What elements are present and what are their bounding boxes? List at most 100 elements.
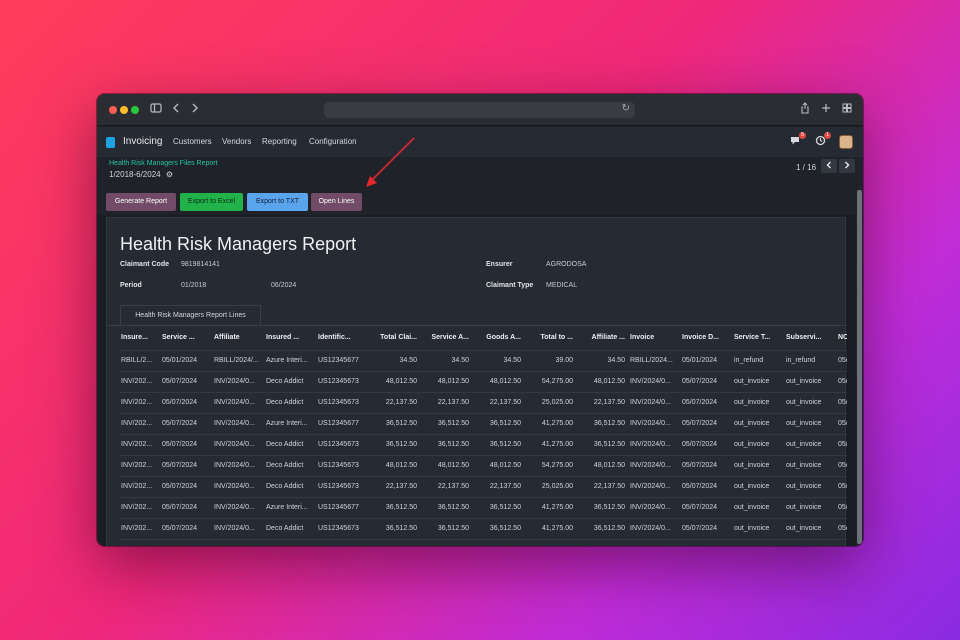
tab-report-lines[interactable]: Health Risk Managers Report Lines	[120, 305, 261, 325]
table-cell: INV/202...	[120, 476, 161, 498]
pager-value[interactable]: 1 / 16	[796, 163, 816, 172]
table-row[interactable]: INV/202... 05/07/2024 INV/2024/0... Deco Ad…	[120, 455, 847, 477]
column-header[interactable]: Invoice	[629, 326, 681, 351]
claimant-type-value[interactable]: MEDICAL	[546, 282, 577, 289]
column-header[interactable]: Insure...	[120, 326, 161, 351]
open-lines-button[interactable]: Open Lines	[311, 193, 362, 211]
app-logo-icon[interactable]	[106, 137, 115, 148]
table-cell: 34.50	[421, 350, 473, 372]
close-window-button[interactable]	[109, 106, 117, 114]
period-from-value[interactable]: 01/2018	[181, 282, 206, 289]
table-cell: 36,512.50	[369, 497, 421, 519]
table-cell: INV/202...	[120, 413, 161, 435]
export-txt-button[interactable]: Export to TXT	[247, 193, 308, 211]
table-cell: 22,137.50	[421, 392, 473, 414]
column-header[interactable]: Affiliate	[213, 326, 265, 351]
table-cell: Deco Addict	[265, 455, 317, 477]
table-cell: 22,137.50	[369, 392, 421, 414]
column-header[interactable]: NCF	[837, 326, 847, 351]
column-header[interactable]: Service ...	[161, 326, 213, 351]
record-title: 1/2018-6/2024 ⚙	[109, 170, 173, 179]
table-cell: out_invoice	[733, 392, 785, 414]
new-tab-icon[interactable]	[821, 102, 831, 118]
pager-previous-button[interactable]	[821, 159, 837, 173]
table-row[interactable]: INV/202... 05/07/2024 INV/2024/0... Deco Ad…	[120, 434, 847, 456]
table-row[interactable]: INV/202... 05/07/2024 INV/2024/0... Deco Ad…	[120, 371, 847, 393]
column-header[interactable]: Total Clai...	[369, 326, 421, 351]
table-cell: INV/2024/0...	[629, 476, 681, 498]
table-cell: US12345677	[317, 350, 369, 372]
table-row[interactable]: INV/202... 05/07/2024 INV/2024/0... Azure I…	[120, 497, 847, 519]
table-cell: 05/07/2024	[681, 497, 733, 519]
table-cell: 05/07/2024	[161, 497, 213, 519]
table-cell: 36,512.50	[421, 518, 473, 540]
form-sheet-area: Health Risk Managers Report Claimant Cod…	[97, 215, 863, 546]
table-cell: 05/07/2024	[161, 392, 213, 414]
table-cell: 22,137.50	[369, 476, 421, 498]
table-row[interactable]: INV/202... 05/07/2024 INV/2024/0... Deco Ad…	[120, 476, 847, 498]
breadcrumb[interactable]: Health Risk Managers Files Report	[109, 160, 218, 167]
gear-icon[interactable]: ⚙	[166, 170, 173, 179]
table-row[interactable]: RBILL/2... 05/01/2024 RBILL/2024/... Azure …	[120, 350, 847, 372]
column-header[interactable]: Goods A...	[473, 326, 525, 351]
table-cell: 36,512.50	[369, 413, 421, 435]
share-icon[interactable]	[800, 102, 810, 118]
pager-next-button[interactable]	[839, 159, 855, 173]
table-cell: 05/	[837, 455, 847, 477]
column-header[interactable]: Service A...	[421, 326, 473, 351]
table-cell: out_invoice	[785, 434, 837, 456]
table-cell: 25,025.00	[525, 392, 577, 414]
table-cell: 36,512.50	[473, 497, 525, 519]
export-excel-button[interactable]: Export to Excel	[180, 193, 243, 211]
menu-configuration[interactable]: Configuration	[309, 137, 357, 146]
table-cell: INV/2024/0...	[629, 434, 681, 456]
table-cell: INV/2024/0...	[629, 518, 681, 540]
menu-reporting[interactable]: Reporting	[262, 137, 297, 146]
table-row[interactable]: INV/202... 05/07/2024 INV/2024/0... Deco Ad…	[120, 518, 847, 540]
table-cell: 05/07/2024	[161, 476, 213, 498]
table-cell: INV/2024/0...	[213, 497, 265, 519]
table-cell: INV/2024/0...	[629, 413, 681, 435]
table-cell: 05/07/2024	[681, 434, 733, 456]
table-cell: 05/	[837, 413, 847, 435]
column-header[interactable]: Identific...	[317, 326, 369, 351]
table-cell: 41,275.00	[525, 413, 577, 435]
forward-arrow-icon[interactable]	[190, 102, 200, 118]
period-to-value[interactable]: 06/2024	[271, 282, 296, 289]
table-cell: 36,512.50	[577, 497, 629, 519]
table-cell: 05/07/2024	[161, 413, 213, 435]
messages-badge: 5	[799, 132, 806, 139]
address-bar[interactable]: ↻	[324, 102, 635, 118]
period-label: Period	[120, 282, 142, 289]
messages-icon[interactable]: 5	[790, 132, 806, 149]
table-cell: RBILL/2...	[120, 350, 161, 372]
column-header[interactable]: Invoice D...	[681, 326, 733, 351]
table-cell: US12345673	[317, 476, 369, 498]
ensurer-label: Ensurer	[486, 261, 513, 268]
scrollbar-thumb[interactable]	[857, 190, 862, 544]
maximize-window-button[interactable]	[131, 106, 139, 114]
user-avatar[interactable]	[839, 135, 853, 149]
activities-icon[interactable]: 1	[815, 132, 831, 149]
table-row[interactable]: INV/202... 05/07/2024 INV/2024/0... Azure I…	[120, 413, 847, 435]
table-cell: 05/	[837, 350, 847, 372]
column-header[interactable]: Total to ...	[525, 326, 577, 351]
table-cell: INV/2024/0...	[213, 413, 265, 435]
app-name[interactable]: Invoicing	[123, 136, 162, 147]
column-header[interactable]: Affiliate ...	[577, 326, 629, 351]
minimize-window-button[interactable]	[120, 106, 128, 114]
column-header[interactable]: Service T...	[733, 326, 785, 351]
back-arrow-icon[interactable]	[171, 102, 181, 118]
claimant-code-value[interactable]: 9819814141	[181, 261, 220, 268]
ensurer-value[interactable]: AGRODOSA	[546, 261, 586, 268]
tab-overview-icon[interactable]	[842, 102, 852, 118]
reload-icon[interactable]: ↻	[622, 103, 630, 114]
sidebar-toggle-icon[interactable]	[150, 102, 162, 118]
table-cell: 36,512.50	[473, 434, 525, 456]
column-header[interactable]: Subservi...	[785, 326, 837, 351]
menu-vendors[interactable]: Vendors	[222, 137, 251, 146]
menu-customers[interactable]: Customers	[173, 137, 212, 146]
column-header[interactable]: Insured ...	[265, 326, 317, 351]
table-row[interactable]: INV/202... 05/07/2024 INV/2024/0... Deco Ad…	[120, 392, 847, 414]
generate-report-button[interactable]: Generate Report	[106, 193, 176, 211]
